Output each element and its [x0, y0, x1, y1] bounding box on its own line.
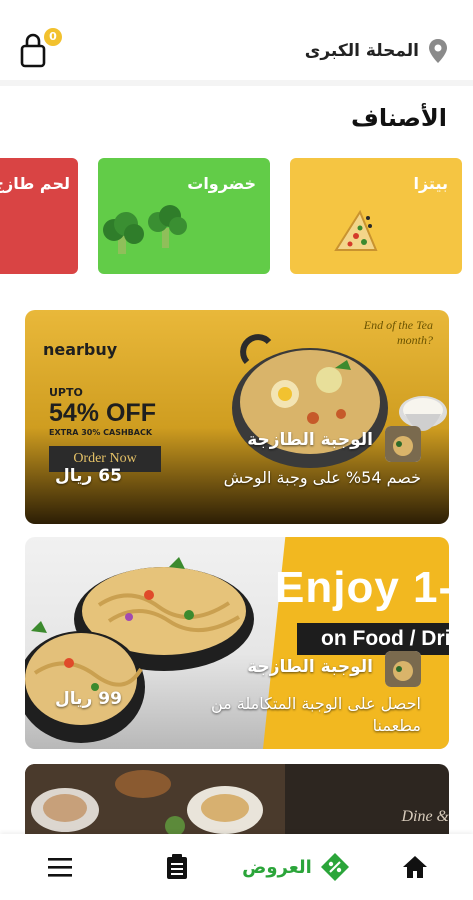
- discount-tag-icon: [320, 853, 349, 881]
- offer-card[interactable]: Enjoy 1- on Food / Drin الوجبة الطازجة ا…: [25, 537, 449, 749]
- header-divider: [0, 80, 473, 86]
- categories-title: الأصناف: [351, 104, 447, 132]
- category-card-fresh-meat[interactable]: لحم طازج: [0, 158, 78, 274]
- nav-menu[interactable]: [36, 834, 84, 900]
- restaurant-name: الوجبة الطازجة: [247, 430, 373, 450]
- banner-text: Dine &: [401, 808, 449, 825]
- category-label: لحم طازج: [0, 174, 70, 193]
- offer-description: خصم 54% على وجبة الوحش: [223, 468, 421, 487]
- location-label: المحلة الكبرى: [304, 41, 419, 61]
- restaurant-logo: [385, 426, 421, 462]
- promo-upto: UPTO: [49, 386, 83, 399]
- brand-logo: nearbuy: [43, 340, 118, 359]
- restaurant-logo-icon: [385, 651, 421, 687]
- restaurant-name: الوجبة الطازجة: [247, 657, 373, 677]
- banner-subline: on Food / Drin: [297, 623, 449, 655]
- banner-headline: Enjoy 1-: [275, 563, 449, 612]
- promo-percent: 54% OFF: [49, 399, 156, 427]
- app-header: 0 المحلة الكبرى: [0, 0, 473, 80]
- location-pin-icon: [429, 39, 447, 63]
- pizza-slice-icon: [334, 209, 378, 251]
- offer-card[interactable]: Dine &: [25, 764, 449, 844]
- category-label: خضروات: [187, 174, 256, 193]
- offer-price: 99 ريال: [55, 689, 122, 709]
- category-card-vegetables[interactable]: خضروات: [98, 158, 270, 274]
- category-label: بيتزا: [413, 174, 448, 193]
- nav-home[interactable]: [392, 834, 438, 900]
- broccoli-icon: [103, 205, 187, 254]
- offer-card[interactable]: nearbuy End of the Tea month? UPTO 54% O…: [25, 310, 449, 524]
- clipboard-list-icon: [167, 854, 187, 879]
- bottom-nav: العروض: [0, 834, 473, 900]
- menu-icon: [48, 858, 72, 877]
- location-selector[interactable]: المحلة الكبرى: [305, 38, 449, 64]
- promo-extra: EXTRA 30% CASHBACK: [49, 428, 153, 437]
- restaurant-logo-icon: [385, 426, 421, 462]
- nav-offers[interactable]: العروض: [236, 834, 356, 900]
- home-icon: [403, 856, 427, 878]
- dining-table-image: [25, 764, 285, 844]
- restaurant-logo: [385, 651, 421, 687]
- cart-count-badge: 0: [44, 28, 62, 46]
- offer-description: احصل على الوجبة المتكاملة من مطعمنا: [210, 694, 421, 735]
- category-card-pizza[interactable]: بيتزا: [290, 158, 462, 274]
- offers-label: العروض: [242, 856, 312, 878]
- noodle-bowl-image: [25, 621, 145, 743]
- offer-price: 65 ريال: [55, 466, 122, 486]
- nav-orders[interactable]: [154, 834, 200, 900]
